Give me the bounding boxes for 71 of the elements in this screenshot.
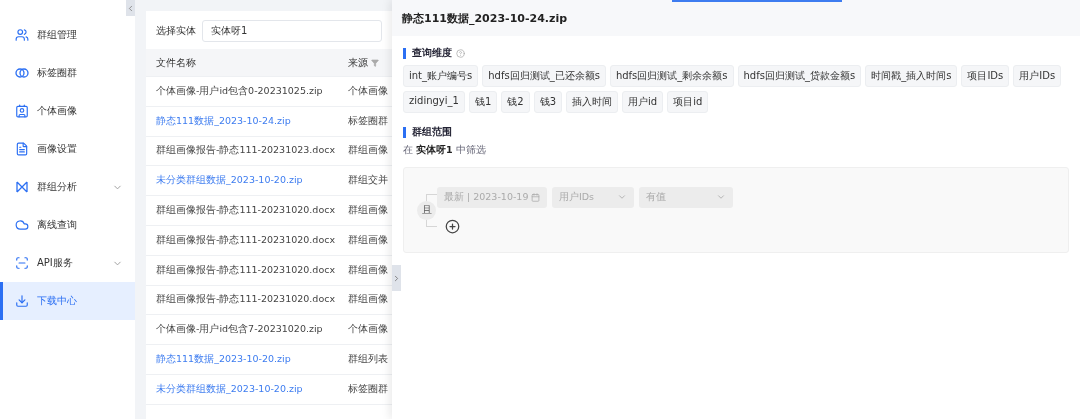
section-title: 群组范围 xyxy=(412,126,452,139)
file-name: 个体画像-用户id包含7-20231020.zip xyxy=(156,323,324,337)
file-name: 群组画像报告-静态111-20231020.docx xyxy=(156,233,337,247)
source-cell-text: 标签圈群 xyxy=(348,382,389,396)
chevron-right-icon xyxy=(392,273,401,283)
file-name: 群组画像报告-静态111-20231020.docx xyxy=(156,293,337,307)
dimension-tag: int_账户编号s xyxy=(403,65,479,87)
sidebar-item[interactable]: 离线查询 xyxy=(0,206,135,244)
filter-label: 选择实体 xyxy=(156,24,196,38)
source-cell-text: 个体画像 xyxy=(348,84,389,98)
drawer-title: 静态111数据_2023-10-24.zip xyxy=(402,10,568,26)
file-link[interactable]: 静态111数据_2023-10-24.zip xyxy=(156,114,348,128)
dimension-tag: 钱3 xyxy=(533,91,563,113)
help-icon[interactable] xyxy=(456,49,465,58)
sidebar-item[interactable]: 标签圈群 xyxy=(0,54,135,92)
dimension-tag: 项目id xyxy=(667,91,709,113)
dimension-tag: hdfs回归测试_贷款金额s xyxy=(737,65,862,87)
entity-select[interactable]: 实体呀1 xyxy=(202,20,382,42)
overlapping-circles-icon xyxy=(15,66,29,80)
file-name: 群组画像报告-静态111-20231020.docx xyxy=(156,263,337,277)
file-link[interactable]: 未分类群组数据_2023-10-20.zip xyxy=(156,382,348,396)
dimension-tag: 插入时间 xyxy=(566,91,619,113)
file-name: 群组画像报告-静态111-20231023.docx xyxy=(156,144,337,158)
column-header: 来源 xyxy=(348,55,368,70)
dimension-tag: 用户IDs xyxy=(1013,65,1062,87)
source-cell-text: 群组画像 xyxy=(348,293,389,307)
source-cell-text: 个体画像 xyxy=(348,323,389,337)
column-header: 文件名称 xyxy=(156,55,197,70)
section-title: 查询维度 xyxy=(412,47,452,60)
source-cell-text: 标签圈群 xyxy=(348,114,389,128)
scan-icon xyxy=(15,256,29,270)
source-cell-text: 群组画像 xyxy=(348,233,389,247)
dimension-tag: 用户id xyxy=(622,91,664,113)
dimension-tag: hdfs回归测试_已还余额s xyxy=(482,65,606,87)
bowtie-icon xyxy=(15,180,29,194)
users-icon xyxy=(15,28,29,42)
sidebar-item[interactable]: 下载中心 xyxy=(0,282,135,320)
source-cell-text: 群组列表 xyxy=(348,353,389,367)
sidebar-item[interactable]: API服务 xyxy=(0,244,135,282)
calendar-icon xyxy=(531,192,540,202)
source-cell-text: 群组画像 xyxy=(348,204,389,218)
expand-button[interactable] xyxy=(392,265,401,291)
filter-icon[interactable] xyxy=(371,58,379,67)
document-icon xyxy=(15,142,29,156)
dimension-tag: 时间戳_插入时间s xyxy=(865,65,958,87)
file-name: 个体画像-用户id包含0-20231025.zip xyxy=(156,84,324,98)
dimension-tag: zidingyi_1 xyxy=(403,91,465,113)
dimension-tag: 钱2 xyxy=(501,91,530,113)
logic-badge[interactable]: 且 xyxy=(417,200,436,220)
id-card-icon xyxy=(15,104,29,118)
file-link[interactable]: 静态111数据_2023-10-20.zip xyxy=(156,353,348,367)
cloud-icon xyxy=(15,218,29,232)
dimension-tag: 项目IDs xyxy=(961,65,1010,87)
sidebar-item[interactable]: 个体画像 xyxy=(0,92,135,130)
sidebar-item[interactable]: 群组管理 xyxy=(0,16,135,54)
chevron-left-icon xyxy=(126,3,135,13)
source-cell-text: 群组画像 xyxy=(348,144,389,158)
dimension-tag: hdfs回归测试_剩余余额s xyxy=(609,65,734,87)
sidebar-item[interactable]: 群组分析 xyxy=(0,168,135,206)
source-cell-text: 群组画像 xyxy=(348,263,389,277)
sidebar-item[interactable]: 画像设置 xyxy=(0,130,135,168)
scope-note: 在 实体呀1 中筛选 xyxy=(403,144,487,157)
chevron-down-icon xyxy=(716,192,726,202)
dimension-tag: 钱1 xyxy=(468,91,498,113)
add-icon[interactable] xyxy=(445,218,460,234)
file-name: 群组画像报告-静态111-20231020.docx xyxy=(156,204,337,218)
source-cell-text: 群组交并 xyxy=(348,174,389,188)
collapse-button[interactable] xyxy=(126,0,135,16)
file-link[interactable]: 未分类群组数据_2023-10-20.zip xyxy=(156,174,348,188)
chevron-down-icon xyxy=(617,192,627,202)
download-icon xyxy=(15,294,29,308)
